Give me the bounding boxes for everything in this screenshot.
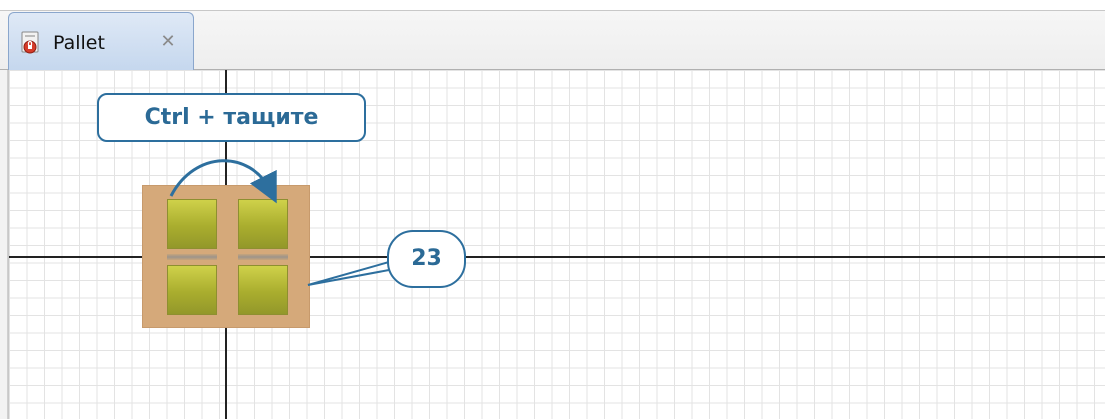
tab-pallet[interactable]: Pallet ✕: [8, 12, 194, 70]
box-seam: [238, 254, 288, 260]
pallet[interactable]: [142, 185, 310, 328]
close-icon[interactable]: ✕: [159, 33, 177, 51]
box-count-callout: 23: [387, 230, 466, 288]
tab-label: Pallet: [53, 32, 105, 54]
ctrl-drag-callout: Ctrl + тащите: [97, 93, 366, 142]
box-seam: [167, 254, 217, 260]
pallet-box[interactable]: [238, 265, 288, 315]
pallet-box[interactable]: [167, 199, 217, 249]
editor-left-edge: [0, 70, 8, 419]
pallet-box[interactable]: [167, 265, 217, 315]
pallet-box[interactable]: [238, 199, 288, 249]
pallet-lock-icon: [19, 31, 41, 55]
editor-tab-bar: Pallet ✕: [0, 0, 1105, 70]
